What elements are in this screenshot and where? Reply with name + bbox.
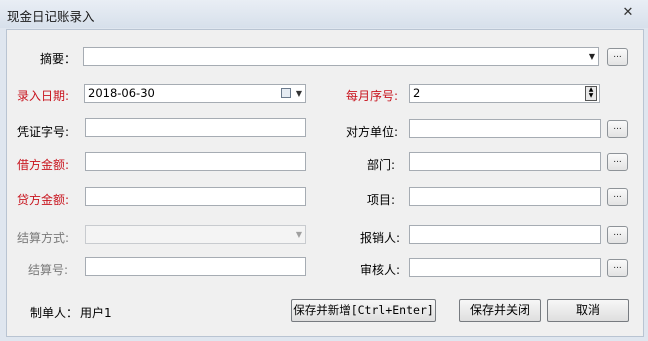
chevron-down-icon: ▼ xyxy=(295,89,302,98)
window-title: 现金日记账录入 xyxy=(7,9,95,24)
title-bar: 现金日记账录入 ✕ xyxy=(0,0,648,28)
department-input[interactable] xyxy=(409,152,601,171)
close-icon[interactable]: ✕ xyxy=(617,4,639,22)
settlement-no-input[interactable] xyxy=(85,257,306,276)
monthly-seq-value: 2 xyxy=(413,86,421,100)
debit-amount-input[interactable] xyxy=(85,152,306,171)
settlement-method-label: 结算方式: xyxy=(17,231,70,245)
project-label: 项目: xyxy=(367,193,396,207)
counterparty-input[interactable] xyxy=(409,119,601,138)
spinner-arrows-icon[interactable]: ▲ ▼ xyxy=(585,86,597,101)
entry-date-picker[interactable]: 2018-06-30 ▼ xyxy=(84,84,306,103)
creator-label: 制单人： xyxy=(30,306,79,320)
chevron-down-icon: ▼ xyxy=(295,230,302,239)
reimburser-browse-button[interactable]: ... xyxy=(607,226,628,244)
reviewer-label: 审核人: xyxy=(360,263,401,277)
monthly-seq-stepper[interactable]: 2 ▲ ▼ xyxy=(409,84,600,103)
project-browse-button[interactable]: ... xyxy=(607,188,628,206)
settlement-method-dropdown[interactable]: ▼ xyxy=(85,225,306,244)
entry-date-label: 录入日期: xyxy=(17,89,70,103)
reviewer-browse-button[interactable]: ... xyxy=(607,259,628,277)
cancel-button[interactable]: 取消 xyxy=(547,299,629,322)
form-panel xyxy=(6,29,644,337)
settlement-no-label: 结算号: xyxy=(28,263,69,277)
reimburser-label: 报销人: xyxy=(360,231,401,245)
credit-amount-label: 贷方金额: xyxy=(17,193,70,207)
reviewer-input[interactable] xyxy=(409,258,601,277)
monthly-seq-label: 每月序号: xyxy=(346,89,399,103)
project-input[interactable] xyxy=(409,187,601,206)
voucher-no-input[interactable] xyxy=(85,118,306,137)
department-browse-button[interactable]: ... xyxy=(607,153,628,171)
summary-dropdown[interactable]: ▼ xyxy=(83,47,599,66)
credit-amount-input[interactable] xyxy=(85,187,306,206)
counterparty-browse-button[interactable]: ... xyxy=(607,120,628,138)
debit-amount-label: 借方金额: xyxy=(17,158,70,172)
save-and-new-button[interactable]: 保存并新增[Ctrl+Enter] xyxy=(291,299,436,322)
creator-value: 用户1 xyxy=(80,306,112,320)
save-and-close-button[interactable]: 保存并关闭 xyxy=(459,299,541,322)
voucher-no-label: 凭证字号: xyxy=(17,125,70,139)
calendar-icon xyxy=(281,88,291,98)
summary-browse-button[interactable]: ... xyxy=(607,48,628,66)
entry-date-value: 2018-06-30 xyxy=(88,86,155,100)
counterparty-label: 对方单位: xyxy=(346,125,399,139)
summary-label: 摘要： xyxy=(40,52,77,66)
chevron-down-icon: ▼ xyxy=(588,52,595,61)
reimburser-input[interactable] xyxy=(409,225,601,244)
department-label: 部门: xyxy=(367,158,396,172)
